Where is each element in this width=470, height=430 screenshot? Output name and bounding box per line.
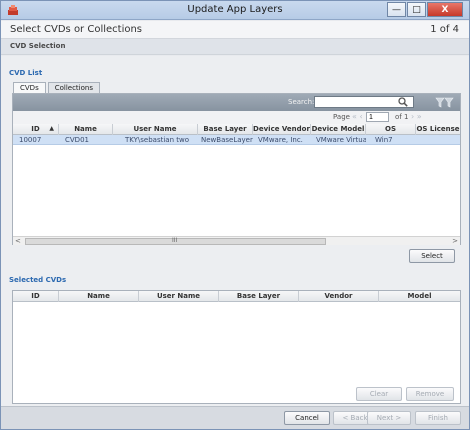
column-header-name[interactable]: Name: [59, 124, 113, 135]
pager: Page « ‹ of 1 › »: [13, 111, 460, 124]
cell-id: 10007: [19, 136, 42, 144]
filter-icon[interactable]: [435, 97, 455, 108]
cell-user-name: TKY\sebastian two: [125, 136, 189, 144]
column-header-device-vendor[interactable]: Device Vendor: [253, 124, 311, 135]
column-header-base-layer[interactable]: Base Layer: [219, 291, 299, 302]
wizard-footer: Cancel < Back Next > Finish: [1, 406, 469, 429]
next-page-icon[interactable]: › »: [411, 112, 422, 121]
table-row[interactable]: 10007 CVD01 TKY\sebastian two NewBaseLay…: [13, 135, 460, 145]
cell-os: Win7: [375, 136, 393, 144]
horizontal-scrollbar[interactable]: < III >: [13, 236, 460, 245]
column-header-os[interactable]: OS: [366, 124, 416, 135]
cell-os-license: [416, 135, 460, 145]
cell-device-model: VMware Virtua...: [316, 136, 366, 144]
step-name: CVD Selection: [10, 42, 66, 50]
step-indicator: 1 of 4: [430, 24, 459, 35]
wizard-header: Select CVDs or Collections 1 of 4: [1, 21, 469, 39]
column-header-id[interactable]: ID ▲: [13, 124, 59, 135]
column-header-device-model[interactable]: Device Model: [311, 124, 366, 135]
page-label: Page: [333, 113, 350, 121]
search-icon[interactable]: [398, 97, 408, 107]
cvd-list-heading: CVD List: [9, 69, 43, 77]
app-window: Update App Layers — □ X Select CVDs or C…: [0, 0, 470, 430]
column-header-user-name[interactable]: User Name: [139, 291, 219, 302]
maximize-button[interactable]: □: [407, 2, 426, 17]
cell-device-vendor: VMware, Inc.: [258, 136, 303, 144]
sort-ascending-icon: ▲: [49, 125, 54, 132]
scroll-grip-icon: III: [172, 237, 178, 244]
column-header-user-name[interactable]: User Name: [113, 124, 198, 135]
column-header-vendor[interactable]: Vendor: [299, 291, 379, 302]
selected-grid: ID Name User Name Base Layer Vendor Mode…: [12, 290, 461, 404]
grid-header: ID ▲ Name User Name Base Layer Device Ve…: [13, 124, 460, 135]
close-button[interactable]: X: [427, 2, 463, 17]
cancel-button[interactable]: Cancel: [284, 411, 330, 425]
grid-toolbar: Search:: [13, 94, 460, 111]
finish-button[interactable]: Finish: [415, 411, 461, 425]
next-button[interactable]: Next >: [367, 411, 411, 425]
prev-page-icon[interactable]: « ‹: [352, 112, 363, 121]
minimize-button[interactable]: —: [387, 2, 406, 17]
title-bar[interactable]: Update App Layers — □ X: [1, 1, 469, 20]
column-header-model[interactable]: Model: [379, 291, 460, 302]
cell-base-layer: NewBaseLayer...: [201, 136, 253, 144]
select-button[interactable]: Select: [409, 249, 455, 263]
clear-button[interactable]: Clear: [356, 387, 402, 401]
selected-grid-header: ID Name User Name Base Layer Vendor Mode…: [13, 291, 460, 302]
window-controls: — □ X: [386, 2, 463, 18]
scroll-left-icon[interactable]: <: [15, 237, 21, 245]
selected-cvds-heading: Selected CVDs: [9, 276, 67, 284]
column-header-base-layer[interactable]: Base Layer: [198, 124, 253, 135]
page-number-input[interactable]: [366, 112, 389, 122]
column-header-os-license[interactable]: OS License: [416, 124, 460, 135]
search-label: Search:: [288, 98, 315, 106]
page-count: of 1: [395, 113, 409, 121]
column-header-id[interactable]: ID: [13, 291, 59, 302]
page-title: Select CVDs or Collections: [10, 24, 143, 35]
scroll-right-icon[interactable]: >: [452, 237, 458, 245]
step-subheader: CVD Selection: [1, 39, 469, 55]
column-header-name[interactable]: Name: [59, 291, 139, 302]
cvd-grid: Search: Page « ‹ of 1 › » ID ▲ Name: [12, 93, 461, 245]
cell-name: CVD01: [65, 136, 89, 144]
remove-button[interactable]: Remove: [406, 387, 454, 401]
